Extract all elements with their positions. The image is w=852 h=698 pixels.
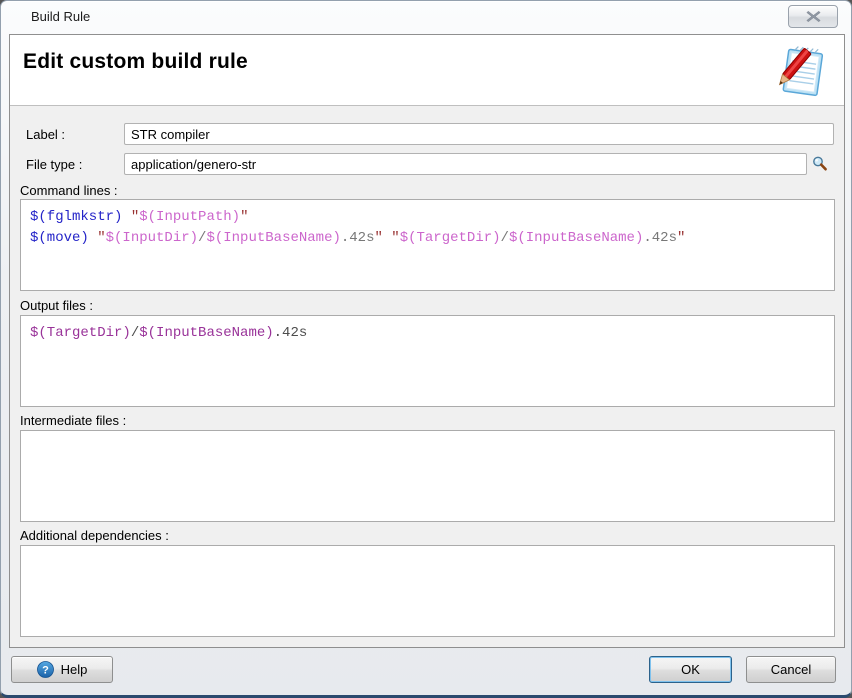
additional-dependencies-label: Additional dependencies : bbox=[20, 528, 169, 543]
label-field-label: Label : bbox=[26, 127, 65, 142]
command-lines-editor[interactable]: $(fglmkstr) "$(InputPath)"$(move) "$(Inp… bbox=[20, 199, 835, 291]
command-lines-label: Command lines : bbox=[20, 183, 118, 198]
magnifier-icon bbox=[811, 155, 829, 173]
page-title: Edit custom build rule bbox=[23, 50, 248, 74]
close-icon bbox=[806, 10, 821, 23]
cancel-button-label: Cancel bbox=[771, 662, 811, 677]
header-area: Edit custom build rule bbox=[10, 35, 844, 106]
title-bar[interactable]: Build Rule bbox=[1, 1, 851, 33]
help-button[interactable]: ? Help bbox=[11, 656, 113, 683]
additional-dependencies-editor[interactable] bbox=[20, 545, 835, 637]
close-button[interactable] bbox=[788, 5, 838, 28]
ok-button[interactable]: OK bbox=[649, 656, 732, 683]
output-files-editor[interactable]: $(TargetDir)/$(InputBaseName).42s bbox=[20, 315, 835, 407]
intermediate-files-editor[interactable] bbox=[20, 430, 835, 522]
intermediate-files-label: Intermediate files : bbox=[20, 413, 126, 428]
svg-text:?: ? bbox=[42, 665, 49, 677]
file-type-lookup-button[interactable] bbox=[809, 153, 831, 175]
file-type-field-label: File type : bbox=[26, 157, 82, 172]
output-files-label: Output files : bbox=[20, 298, 93, 313]
notepad-pencil-icon bbox=[770, 43, 828, 104]
window-title: Build Rule bbox=[31, 9, 90, 24]
help-button-label: Help bbox=[61, 662, 88, 677]
help-question-icon: ? bbox=[37, 661, 54, 678]
file-type-input[interactable] bbox=[124, 153, 807, 175]
build-rule-dialog: Build Rule Edit custom build rule bbox=[0, 0, 852, 698]
dialog-panel: Edit custom build rule bbox=[9, 34, 845, 648]
cancel-button[interactable]: Cancel bbox=[746, 656, 836, 683]
ok-button-label: OK bbox=[681, 662, 700, 677]
label-input[interactable] bbox=[124, 123, 834, 145]
